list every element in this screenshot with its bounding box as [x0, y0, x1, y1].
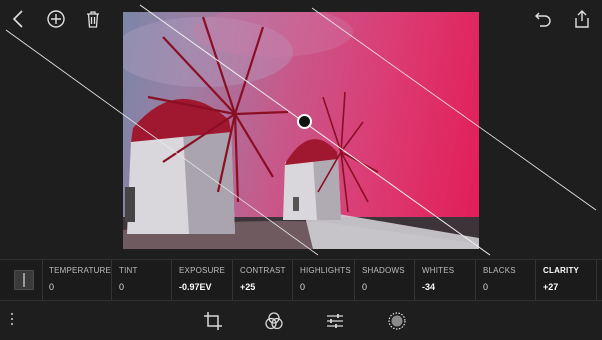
param-label: CONTRAST [240, 266, 286, 275]
adjustment-strip: TEMPERATURE 0 TINT 0 EXPOSURE -0.97EV CO… [0, 259, 602, 301]
divider [414, 260, 415, 300]
filter-center-handle[interactable] [297, 114, 312, 129]
undo-icon [535, 12, 551, 27]
dot [11, 323, 13, 325]
add-button[interactable] [43, 6, 69, 32]
param-value: 0 [300, 282, 306, 292]
share-icon [575, 10, 589, 28]
divider [292, 260, 293, 300]
param-value: 0 [119, 282, 125, 292]
param-exposure[interactable]: EXPOSURE -0.97EV [179, 266, 225, 298]
divider [535, 260, 536, 300]
trash-icon [87, 11, 99, 28]
more-options-button[interactable] [8, 313, 16, 329]
color-tool-button[interactable] [263, 310, 285, 332]
divider [596, 260, 597, 300]
photo-editor: TEMPERATURE 0 TINT 0 EXPOSURE -0.97EV CO… [0, 0, 602, 340]
param-shadows[interactable]: SHADOWS 0 [362, 266, 405, 298]
divider [475, 260, 476, 300]
before-after-toggle[interactable] [14, 270, 34, 290]
param-label: HIGHLIGHTS [300, 266, 351, 275]
sliders-icon [327, 314, 343, 328]
param-temperature[interactable]: TEMPERATURE 0 [49, 266, 111, 298]
dot [11, 318, 13, 320]
param-value: +27 [543, 282, 559, 292]
param-label: WHITES [422, 266, 455, 275]
delete-button[interactable] [80, 6, 106, 32]
divider [171, 260, 172, 300]
photo-canvas[interactable] [123, 12, 479, 249]
param-clarity[interactable]: CLARITY +27 [543, 266, 579, 298]
param-label: EXPOSURE [179, 266, 226, 275]
param-value: -34 [422, 282, 436, 292]
param-value: 0 [362, 282, 368, 292]
param-highlights[interactable]: HIGHLIGHTS 0 [300, 266, 351, 298]
add-circle-icon [47, 10, 65, 28]
divider [111, 260, 112, 300]
crop-icon [204, 312, 222, 330]
param-value: 0 [483, 282, 489, 292]
undo-button[interactable] [530, 6, 556, 32]
crop-tool-button[interactable] [202, 310, 224, 332]
param-label: CLARITY [543, 266, 580, 275]
param-label: BLACKS [483, 266, 516, 275]
dot [11, 313, 13, 315]
share-button[interactable] [569, 6, 595, 32]
back-button[interactable] [6, 6, 32, 32]
param-tint[interactable]: TINT 0 [119, 266, 138, 298]
bottom-toolbar [0, 301, 602, 340]
param-blacks[interactable]: BLACKS 0 [483, 266, 516, 298]
divider [42, 260, 43, 300]
color-mix-icon [265, 312, 283, 330]
param-label: SHADOWS [362, 266, 405, 275]
param-contrast[interactable]: CONTRAST +25 [240, 266, 286, 298]
param-label: TEMPERATURE [49, 266, 112, 275]
back-chevron-icon [12, 10, 23, 28]
param-value: -0.97EV [179, 282, 212, 292]
divider [354, 260, 355, 300]
param-whites[interactable]: WHITES -34 [422, 266, 454, 298]
divider [232, 260, 233, 300]
param-value: +25 [240, 282, 256, 292]
windmill-photo [123, 12, 479, 249]
param-label: TINT [119, 266, 138, 275]
selective-tool-icon [388, 312, 406, 330]
param-value: 0 [49, 282, 55, 292]
adjust-tool-button[interactable] [324, 310, 346, 332]
selective-tool-button[interactable] [386, 310, 408, 332]
